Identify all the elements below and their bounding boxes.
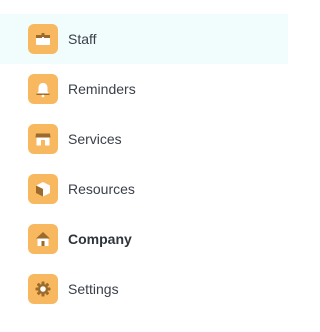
menu-item-company[interactable]: Company: [0, 214, 288, 264]
menu-item-label: Staff: [68, 31, 97, 47]
menu-item-label: Reminders: [68, 81, 136, 97]
bell-icon: [28, 74, 58, 104]
menu-item-label: Settings: [68, 281, 119, 297]
gear-icon: [28, 274, 58, 304]
menu-item-resources[interactable]: Resources: [0, 164, 288, 214]
settings-menu: Staff Reminders Services Resources Compa…: [0, 14, 288, 314]
menu-item-label: Resources: [68, 181, 135, 197]
menu-item-label: Services: [68, 131, 122, 147]
menu-item-staff[interactable]: Staff: [0, 14, 288, 64]
staff-icon: [28, 24, 58, 54]
shop-icon: [28, 124, 58, 154]
menu-item-label: Company: [68, 231, 132, 247]
menu-item-reminders[interactable]: Reminders: [0, 64, 288, 114]
house-icon: [28, 224, 58, 254]
box-icon: [28, 174, 58, 204]
menu-item-services[interactable]: Services: [0, 114, 288, 164]
menu-item-settings[interactable]: Settings: [0, 264, 288, 314]
